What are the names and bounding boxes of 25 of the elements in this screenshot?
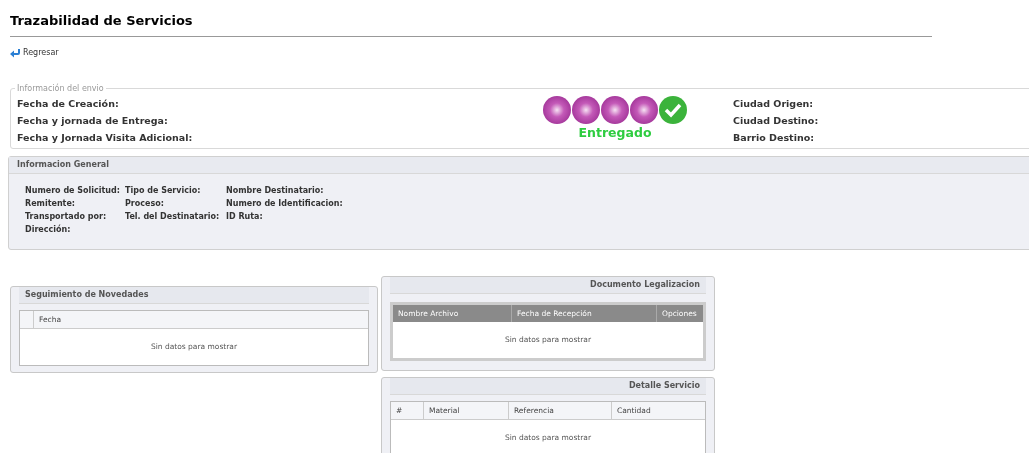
field-label: Remitente: bbox=[25, 198, 77, 209]
field-label: Barrio Destino: bbox=[733, 130, 815, 144]
field-label: Nombre Destinatario: bbox=[226, 185, 325, 196]
panel-title: Documento Legalizacion bbox=[590, 278, 700, 291]
panel-title: Seguimiento de Novedades bbox=[25, 288, 149, 301]
field-label: Tipo de Servicio: bbox=[125, 185, 202, 196]
field-label: Ciudad Origen: bbox=[733, 96, 815, 110]
field-label: Dirección: bbox=[25, 224, 72, 235]
field-label: Numero de Solicitud: bbox=[25, 185, 121, 196]
field-label: Tel. del Destinatario: bbox=[125, 211, 221, 222]
field-label: ID Ruta: bbox=[226, 211, 264, 222]
panel-title: Informacion General bbox=[17, 158, 109, 171]
status-label: Entregado bbox=[578, 124, 652, 141]
return-arrow-icon bbox=[10, 48, 21, 58]
field-label: Fecha de Creación: bbox=[17, 96, 120, 110]
field-label: Fecha y jornada de Entrega: bbox=[17, 113, 169, 127]
panel-legend: Información del envio bbox=[15, 82, 106, 95]
field-label: Transportado por: bbox=[25, 211, 108, 222]
page-title: Trazabilidad de Servicios bbox=[10, 12, 193, 30]
field-label: Numero de Identificacion: bbox=[226, 198, 344, 209]
panel-title: Detalle Servicio bbox=[628, 379, 700, 392]
field-label: Proceso: bbox=[125, 198, 165, 209]
back-link[interactable]: Regresar bbox=[10, 47, 59, 59]
field-label: Ciudad Destino: bbox=[733, 113, 819, 127]
field-label: Fecha y Jornada Visita Adicional: bbox=[17, 130, 194, 144]
